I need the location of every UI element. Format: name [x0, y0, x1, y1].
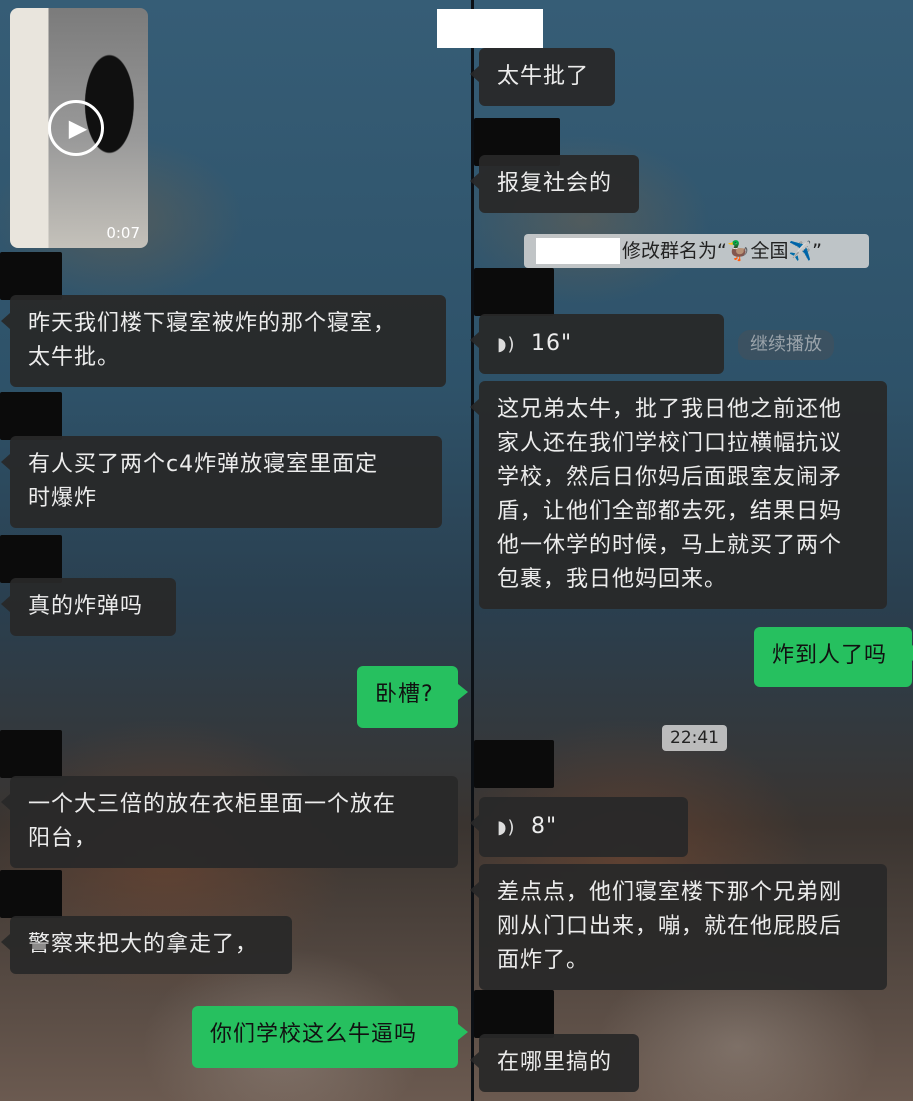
avatar[interactable] [474, 990, 554, 1038]
message-bubble[interactable]: 这兄弟太牛，批了我日他之前还他 家人还在我们学校门口拉横幅抗议 学校，然后日你妈… [470, 381, 887, 609]
voice-wave-icon: ◗) [497, 334, 516, 355]
message-bubble-outgoing[interactable]: 炸到人了吗 [754, 627, 913, 687]
message-bubble-outgoing[interactable]: 你们学校这么牛逼吗 [192, 1006, 468, 1068]
avatar[interactable] [0, 535, 62, 583]
redacted-block [437, 9, 543, 48]
avatar[interactable] [0, 392, 62, 440]
message-bubble[interactable]: 警察来把大的拿走了， [1, 916, 292, 974]
system-notice-text: 修改群名为“🦆全国✈️” [622, 240, 823, 262]
voice-message[interactable]: ◗) 16" [470, 314, 724, 374]
video-duration: 0:07 [106, 224, 140, 242]
message-bubble-outgoing[interactable]: 卧槽? [357, 666, 468, 728]
continue-play-button[interactable]: 继续播放 [738, 330, 834, 360]
timestamp: 22:41 [662, 725, 727, 751]
avatar[interactable] [474, 268, 554, 316]
left-chat-panel: ▶ 0:07 昨天我们楼下寝室被炸的那个寝室， 太牛批。 有人买了两个c4炸弹放… [0, 0, 471, 1101]
message-bubble[interactable]: 在哪里搞的 [470, 1034, 639, 1092]
avatar[interactable] [0, 870, 62, 918]
message-bubble[interactable]: 真的炸弹吗 [1, 578, 176, 636]
redacted-name [536, 238, 620, 264]
system-notice: 修改群名为“🦆全国✈️” [524, 234, 869, 268]
avatar[interactable] [0, 252, 62, 300]
avatar[interactable] [474, 740, 554, 788]
message-bubble[interactable]: 一个大三倍的放在衣柜里面一个放在 阳台， [1, 776, 458, 868]
video-message[interactable]: ▶ 0:07 [10, 8, 148, 248]
voice-duration: 8" [531, 814, 558, 839]
message-bubble[interactable]: 太牛批了 [470, 48, 615, 106]
voice-duration: 16" [531, 331, 573, 356]
voice-wave-icon: ◗) [497, 817, 516, 838]
message-bubble[interactable]: 报复社会的 [470, 155, 639, 213]
voice-message[interactable]: ◗) 8" [470, 797, 688, 857]
message-bubble[interactable]: 差点点，他们寝室楼下那个兄弟刚 刚从门口出来，嘣，就在他屁股后 面炸了。 [470, 864, 887, 990]
message-bubble[interactable]: 昨天我们楼下寝室被炸的那个寝室， 太牛批。 [1, 295, 446, 387]
play-icon[interactable]: ▶ [48, 100, 104, 156]
message-bubble[interactable]: 有人买了两个c4炸弹放寝室里面定 时爆炸 [1, 436, 442, 528]
avatar[interactable] [0, 730, 62, 778]
